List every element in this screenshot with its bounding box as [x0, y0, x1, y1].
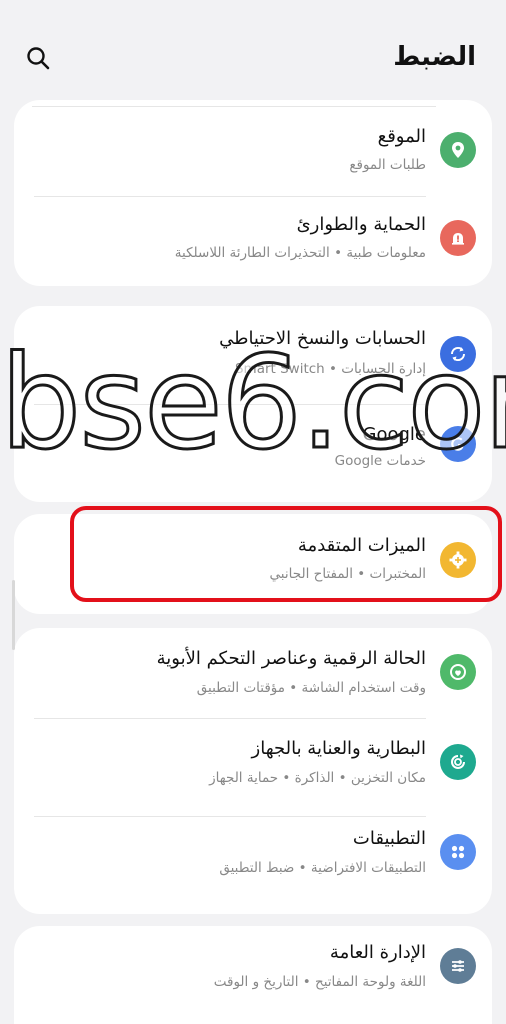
item-title: الإدارة العامة	[329, 942, 426, 963]
apps-grid-icon	[440, 834, 476, 870]
page-title: الضبط	[393, 42, 476, 72]
location-pin-icon	[440, 132, 476, 168]
digital-wellbeing-icon	[440, 654, 476, 690]
item-title: البطارية والعناية بالجهاز	[251, 738, 426, 759]
settings-item-safety[interactable]: الحماية والطوارئ معلومات طبية • التحذيرا…	[14, 196, 492, 286]
item-title: الحالة الرقمية وعناصر التحكم الأبوية	[156, 648, 426, 669]
device-care-icon	[440, 744, 476, 780]
item-subtitle: طلبات الموقع	[349, 157, 426, 173]
item-subtitle: اللغة ولوحة المفاتيح • التاريخ و الوقت	[213, 974, 426, 990]
settings-card-general: الإدارة العامة اللغة ولوحة المفاتيح • ال…	[14, 926, 492, 1024]
scrollbar[interactable]	[12, 580, 15, 650]
emergency-alert-icon	[440, 220, 476, 256]
app-header: الضبط	[0, 0, 506, 110]
settings-screen: الضبط الموقع طلبات الموقع الحماية والطوا…	[0, 0, 506, 1024]
item-title: التطبيقات	[352, 828, 426, 849]
item-subtitle: معلومات طبية • التحذيرات الطارئة اللاسلك…	[174, 245, 426, 261]
settings-item-apps[interactable]: التطبيقات التطبيقات الافتراضية • ضبط الت…	[14, 816, 492, 914]
search-button[interactable]	[24, 44, 54, 74]
settings-card-device: الحالة الرقمية وعناصر التحكم الأبوية وقت…	[14, 628, 492, 914]
item-subtitle: مكان التخزين • الذاكرة • حماية الجهاز	[209, 770, 426, 786]
item-title: الموقع	[377, 126, 426, 147]
sliders-icon	[440, 948, 476, 984]
item-subtitle: التطبيقات الافتراضية • ضبط التطبيق	[219, 860, 426, 876]
highlight-box	[70, 506, 502, 602]
item-title: الحماية والطوارئ	[296, 214, 426, 235]
watermark-text: bse6.com	[0, 329, 506, 478]
settings-item-location[interactable]: الموقع طلبات الموقع	[14, 106, 492, 196]
settings-card-privacy: الموقع طلبات الموقع الحماية والطوارئ معل…	[14, 100, 492, 286]
settings-item-general-management[interactable]: الإدارة العامة اللغة ولوحة المفاتيح • ال…	[14, 926, 492, 1024]
settings-item-battery-device-care[interactable]: البطارية والعناية بالجهاز مكان التخزين •…	[14, 718, 492, 816]
search-icon	[27, 47, 50, 70]
settings-item-digital-wellbeing[interactable]: الحالة الرقمية وعناصر التحكم الأبوية وقت…	[14, 628, 492, 718]
item-subtitle: وقت استخدام الشاشة • مؤقتات التطبيق	[196, 680, 426, 696]
